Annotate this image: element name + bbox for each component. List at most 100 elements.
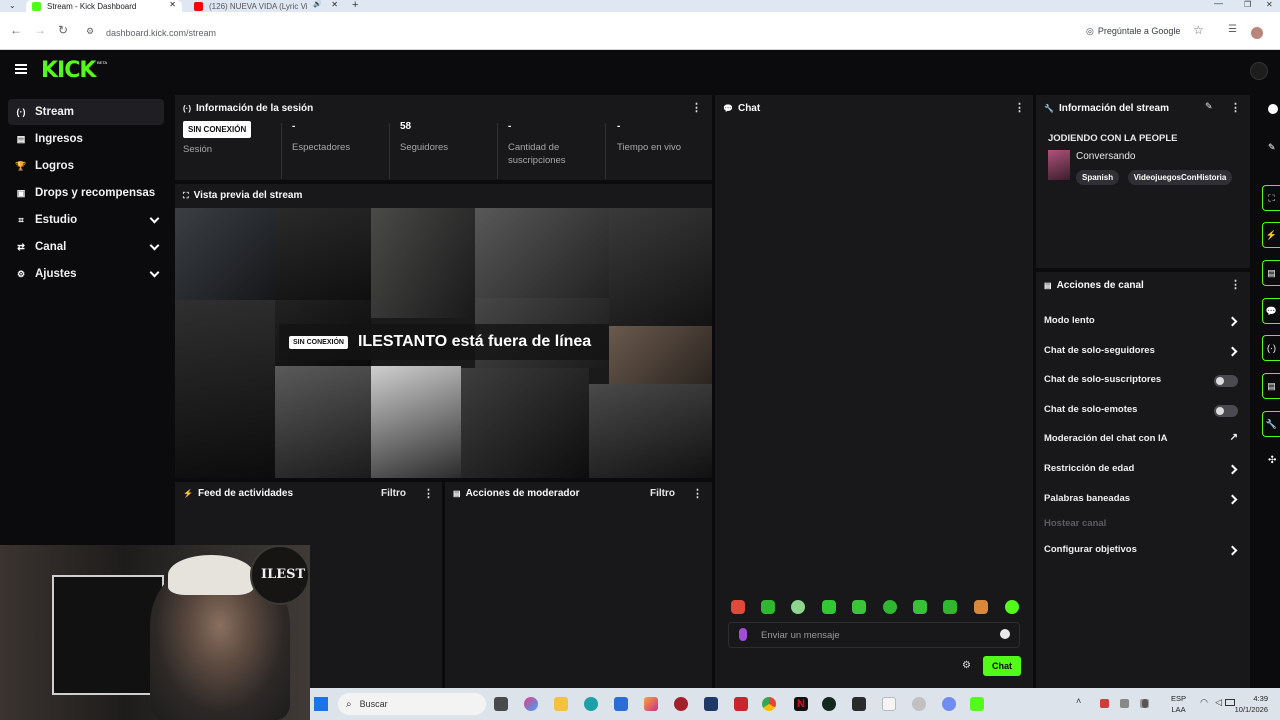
pencil-icon[interactable]: ✎ <box>1268 142 1276 153</box>
emote-icon[interactable] <box>761 600 775 614</box>
info-icon[interactable] <box>1268 104 1278 114</box>
sidebar-item-logros[interactable]: 🏆 Logros <box>8 153 164 179</box>
action-slow-mode[interactable]: Modo lento <box>1044 315 1244 335</box>
close-window-icon[interactable]: ✕ <box>1266 0 1273 9</box>
action-followers-only[interactable]: Chat de solo-seguidores <box>1044 345 1244 365</box>
rail-chat-button[interactable]: 💬 <box>1262 298 1280 324</box>
reload-icon[interactable]: ↻ <box>58 23 68 37</box>
more-options-icon[interactable]: ⋮ <box>1230 278 1241 291</box>
browser-tab-youtube[interactable]: (126) NUEVA VIDA (Lyric Vi 🔊 ✕ <box>192 0 344 12</box>
ask-google-button[interactable]: ◎ Pregúntale a Google <box>1080 21 1186 41</box>
more-options-icon[interactable]: ⋮ <box>1014 101 1025 114</box>
sidebar-item-drops[interactable]: ▣ Drops y recompensas <box>8 180 164 206</box>
store-icon[interactable] <box>614 697 628 711</box>
volume-icon[interactable]: ◁ <box>1215 697 1222 708</box>
ai-app-icon[interactable] <box>942 697 956 711</box>
action-banned-words[interactable]: Palabras baneadas <box>1044 493 1244 513</box>
chat-message-input[interactable] <box>761 628 981 643</box>
emoji-icon[interactable] <box>1000 629 1010 639</box>
emote-icon[interactable] <box>791 600 805 614</box>
back-icon[interactable]: ← <box>10 23 22 37</box>
sidebar-item-stream[interactable]: (·) Stream <box>8 99 164 125</box>
task-view-icon[interactable] <box>494 697 508 711</box>
file-explorer-icon[interactable] <box>554 697 568 711</box>
microphone-icon[interactable] <box>739 628 747 641</box>
rail-activity-button[interactable]: ⚡ <box>1262 222 1280 248</box>
browser-tab-kick-dashboard[interactable]: Stream - Kick Dashboard ✕ <box>26 0 182 12</box>
filter-button[interactable]: Filtro <box>650 488 675 499</box>
sidebar-item-ajustes[interactable]: ⚙ Ajustes <box>8 261 164 287</box>
emote-icon[interactable] <box>913 600 927 614</box>
bookmark-star-icon[interactable]: ☆ <box>1193 23 1204 37</box>
tag-chip[interactable]: Spanish <box>1076 170 1120 185</box>
widgets-icon[interactable]: ✣ <box>1268 455 1276 466</box>
more-options-icon[interactable]: ⋮ <box>691 101 702 114</box>
capcut-icon[interactable] <box>734 697 748 711</box>
new-tab-icon[interactable]: + <box>352 0 358 11</box>
emote-icon[interactable] <box>731 600 745 614</box>
minimize-icon[interactable]: — <box>1214 0 1223 8</box>
chat-message-field[interactable] <box>728 622 1020 648</box>
forward-icon[interactable]: → <box>34 23 46 37</box>
sidebar-item-canal[interactable]: ⇄ Canal <box>8 234 164 260</box>
instagram-icon[interactable] <box>644 697 658 711</box>
clock[interactable]: 4:39 10/1/2026 <box>1235 693 1268 715</box>
chrome-icon[interactable] <box>762 697 776 711</box>
edit-icon[interactable]: ✎ <box>1205 101 1213 112</box>
emote-icon[interactable] <box>943 600 957 614</box>
battery-icon[interactable] <box>1225 699 1235 706</box>
rail-stream-info-button[interactable]: 🔧 <box>1262 411 1280 437</box>
more-options-icon[interactable]: ⋮ <box>423 487 434 500</box>
emote-icon[interactable] <box>974 600 988 614</box>
input-language[interactable]: ESP LAA <box>1171 693 1186 715</box>
windows-start-icon[interactable] <box>314 697 328 711</box>
emote-icon[interactable] <box>1005 600 1019 614</box>
restore-icon[interactable]: ❐ <box>1244 0 1251 9</box>
wifi-icon[interactable]: ◠ <box>1200 697 1208 708</box>
rail-preview-button[interactable]: ⛶ <box>1262 185 1280 211</box>
customize-icon[interactable]: ☰ <box>1228 24 1237 35</box>
settings-app-icon[interactable] <box>912 697 926 711</box>
more-options-icon[interactable]: ⋮ <box>692 487 703 500</box>
site-info-icon[interactable]: ⚙ <box>86 26 94 37</box>
more-options-icon[interactable]: ⋮ <box>1230 101 1241 114</box>
emote-icon[interactable] <box>822 600 836 614</box>
netflix-icon[interactable]: N <box>794 697 808 711</box>
emote-icon[interactable] <box>852 600 866 614</box>
user-avatar[interactable] <box>1250 62 1268 80</box>
kick-app-icon[interactable] <box>970 697 984 711</box>
copilot-icon[interactable] <box>524 697 538 711</box>
filter-button[interactable]: Filtro <box>381 488 406 499</box>
close-tab-icon[interactable]: ✕ <box>331 0 338 9</box>
edge-icon[interactable] <box>584 697 598 711</box>
app-icon[interactable] <box>674 697 688 711</box>
vpn-icon[interactable] <box>704 697 718 711</box>
stream-category[interactable]: Conversando <box>1076 151 1135 162</box>
sidebar-item-ingresos[interactable]: ▤ Ingresos <box>8 126 164 152</box>
send-chat-button[interactable]: Chat <box>983 656 1021 676</box>
action-set-goals[interactable]: Configurar objetivos <box>1044 544 1244 564</box>
url-field[interactable]: dashboard.kick.com/stream <box>106 28 216 38</box>
rail-channel-actions-button[interactable]: ▤ <box>1262 373 1280 399</box>
sidebar-item-estudio[interactable]: ⌗ Estudio <box>8 207 164 233</box>
taskbar-search[interactable]: ⌕ Buscar <box>338 693 486 715</box>
rail-session-button[interactable]: (·) <box>1262 335 1280 361</box>
chat-settings-icon[interactable]: ⚙ <box>962 660 971 671</box>
menu-icon[interactable] <box>15 64 27 74</box>
upwork-icon[interactable] <box>822 697 836 711</box>
rail-mod-actions-button[interactable]: ▤ <box>1262 260 1280 286</box>
tag-chip[interactable]: VideojuegosConHistoria <box>1127 170 1233 185</box>
kick-logo[interactable]: KICK <box>41 58 96 83</box>
emote-icon[interactable] <box>883 600 897 614</box>
close-tab-icon[interactable]: ✕ <box>169 0 176 9</box>
emotes-only-toggle[interactable] <box>1214 405 1238 417</box>
notepad-icon[interactable] <box>882 697 896 711</box>
tab-list-chevron-icon[interactable]: ⌄ <box>9 1 16 10</box>
external-link-icon: ↗ <box>1229 432 1238 443</box>
subscribers-only-toggle[interactable] <box>1214 375 1238 387</box>
tray-overflow-icon[interactable]: ˄ <box>1076 696 1081 706</box>
action-age-restriction[interactable]: Restricción de edad <box>1044 463 1244 483</box>
profile-avatar[interactable] <box>1251 27 1263 39</box>
action-ai-moderation[interactable]: Moderación del chat con IA ↗ <box>1044 432 1244 453</box>
sticky-notes-icon[interactable] <box>852 697 866 711</box>
